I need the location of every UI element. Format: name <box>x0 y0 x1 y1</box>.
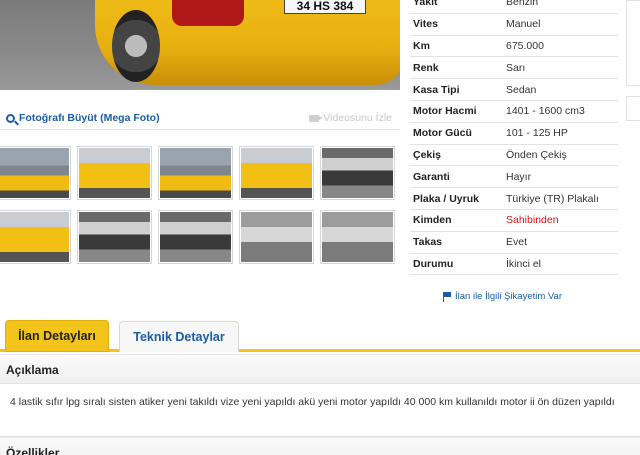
thumbnail[interactable] <box>77 210 152 264</box>
thumbnail-image <box>160 212 231 262</box>
spec-row: Çekiş Önden Çekiş <box>410 145 618 167</box>
spec-value: Önden Çekiş <box>506 148 567 161</box>
spec-label: Vites <box>413 18 438 31</box>
spec-label: Kimden <box>413 214 452 227</box>
thumbnail[interactable] <box>320 146 395 200</box>
spec-label: Takas <box>413 236 442 249</box>
thumbnail[interactable] <box>77 146 152 200</box>
car-taillight <box>172 0 244 26</box>
watch-video-label: Videosunu İzle <box>323 112 392 124</box>
spec-label: Kasa Tipi <box>413 83 460 96</box>
spec-value: Benzin <box>506 0 539 9</box>
thumbnail-image <box>0 148 69 198</box>
report-listing-link[interactable]: İlan ile İlgili Şikayetim Var <box>443 291 562 302</box>
spec-row: Garanti Hayır <box>410 166 618 189</box>
thumbnail[interactable] <box>239 210 314 264</box>
specs-table: Yakıt Benzin Vites Manuel Km 675.000 Renk Sa… <box>410 0 618 276</box>
spec-row: Yakıt Benzin <box>410 0 618 14</box>
thumbnail-image <box>79 148 150 198</box>
spec-label: Renk <box>413 61 439 74</box>
car-wheel <box>112 10 160 82</box>
tab-listing-details[interactable]: İlan Detayları <box>5 320 109 352</box>
tab-technical-details[interactable]: Teknik Detaylar <box>119 321 239 352</box>
spec-value: Manuel <box>506 18 541 31</box>
spec-label: Durumu <box>413 257 454 270</box>
main-photo[interactable]: 34 HS 384 <box>0 0 400 90</box>
magnifier-icon <box>6 113 15 123</box>
thumbnail[interactable] <box>158 146 233 200</box>
spec-row: Kasa Tipi Sedan <box>410 79 618 101</box>
watch-video-link[interactable]: Videosunu İzle <box>309 112 392 124</box>
spec-label: Garanti <box>413 170 450 183</box>
thumbnail[interactable] <box>158 210 233 264</box>
spec-label: Km <box>413 39 430 52</box>
detail-tabs: İlan Detayları Teknik Detaylar <box>0 320 640 352</box>
spec-row: Durumu İkinci el <box>410 254 618 276</box>
spec-value: 1401 - 1600 cm3 <box>506 105 585 118</box>
side-panel <box>626 0 640 86</box>
features-header: Özellikler <box>0 437 640 455</box>
spec-value: Sedan <box>506 83 537 96</box>
photo-toolbar: Fotoğrafı Büyüt (Mega Foto) Videosunu İz… <box>0 108 400 130</box>
features-title: Özellikler <box>6 446 60 455</box>
spec-label: Çekiş <box>413 148 442 161</box>
thumbnail[interactable] <box>0 146 71 200</box>
spec-row: Kimden Sahibinden <box>410 210 618 232</box>
thumbnail-image <box>0 212 69 262</box>
spec-label: Plaka / Uyruk <box>413 192 479 205</box>
spec-row: Motor Hacmi 1401 - 1600 cm3 <box>410 101 618 123</box>
report-listing-label: İlan ile İlgili Şikayetim Var <box>455 291 563 302</box>
spec-value: 675.000 <box>506 39 544 52</box>
thumbnail-image <box>241 148 312 198</box>
spec-row: Plaka / Uyruk Türkiye (TR) Plakalı <box>410 188 618 210</box>
license-plate: 34 HS 384 <box>284 0 366 14</box>
thumbnail[interactable] <box>239 146 314 200</box>
description-header: Açıklama <box>0 354 640 384</box>
description-title: Açıklama <box>6 363 59 377</box>
thumbnail-image <box>160 148 231 198</box>
spec-value: Hayır <box>506 170 532 183</box>
spec-row: Takas Evet <box>410 232 618 254</box>
video-camera-icon <box>309 114 324 122</box>
enlarge-photo-link[interactable]: Fotoğrafı Büyüt (Mega Foto) <box>6 112 160 124</box>
spec-row: Km 675.000 <box>410 36 618 58</box>
spec-row: Renk Sarı <box>410 57 618 80</box>
thumbnail-grid <box>0 146 400 264</box>
thumbnail-image <box>322 148 393 198</box>
thumbnail[interactable] <box>320 210 395 264</box>
spec-value: Evet <box>506 236 528 249</box>
spec-value: Türkiye (TR) Plakalı <box>506 192 599 205</box>
spec-label: Yakıt <box>413 0 438 9</box>
description-text: 4 lastik sıfır lpg sıralı sisten atiker … <box>10 396 615 408</box>
spec-label: Motor Gücü <box>413 127 472 140</box>
spec-value: 101 - 125 HP <box>506 127 568 140</box>
thumbnail-image <box>241 212 312 262</box>
spec-row: Motor Gücü 101 - 125 HP <box>410 123 618 145</box>
spec-row: Vites Manuel <box>410 14 618 36</box>
enlarge-photo-label: Fotoğrafı Büyüt (Mega Foto) <box>19 112 160 124</box>
seller-type-value: Sahibinden <box>506 214 559 227</box>
thumbnail-image <box>79 212 150 262</box>
spec-label: Motor Hacmi <box>413 105 477 118</box>
flag-icon <box>443 291 451 302</box>
spec-value: Sarı <box>506 61 526 74</box>
thumbnail-image <box>322 212 393 262</box>
thumbnail[interactable] <box>0 210 71 264</box>
side-panel-button[interactable] <box>626 96 640 121</box>
spec-value: İkinci el <box>506 257 542 270</box>
